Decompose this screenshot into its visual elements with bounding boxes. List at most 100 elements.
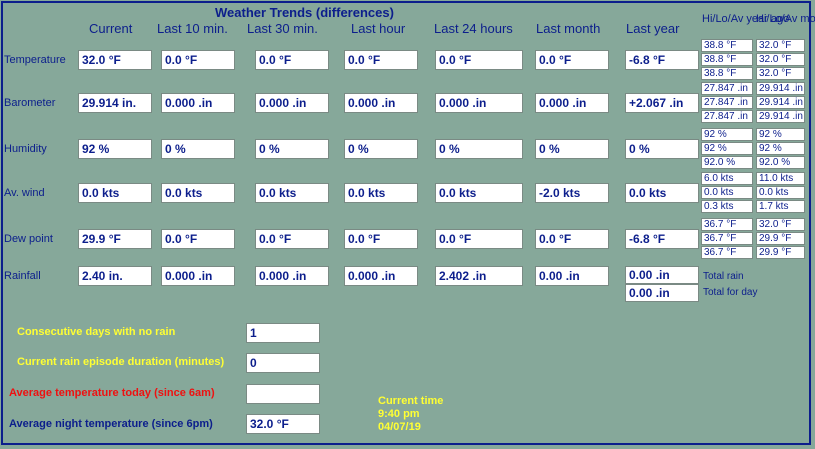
hl-month-ago-cell: 11.0 kts [756,172,805,185]
row-label: Dew point [4,233,53,245]
total-day-label: Total for day [703,287,758,298]
value-cell: 0.0 °F [161,50,235,70]
rain-value-cell: 2.40 in. [78,266,152,286]
column-header: Last hour [351,21,406,36]
page-title: Weather Trends (differences) [215,5,394,20]
hl-year-ago-cell: 92 % [701,142,753,155]
value-cell: +2.067 .in [625,93,699,113]
avg-night-label: Average night temperature (since 6pm) [9,418,213,430]
value-cell: -6.8 °F [625,229,699,249]
no-rain-label: Consecutive days with no rain [17,326,176,338]
hl-year-ago-cell: 92.0 % [701,156,753,169]
hl-month-ago-cell: 29.914 .in [756,82,805,95]
value-cell: 0 % [344,139,418,159]
value-cell: 0.000 .in [161,93,235,113]
value-cell: 0 % [435,139,523,159]
hl-year-ago-cell: 36.7 °F [701,218,753,231]
value-cell: 32.0 °F [78,50,152,70]
hl-month-ago-cell: 29.914 .in [756,110,805,123]
total-rain-label: Total rain [703,271,744,282]
hl-month-ago-cell: 0.0 kts [756,186,805,199]
hl-year-ago-cell: 36.7 °F [701,246,753,259]
value-cell: 0.0 kts [78,183,152,203]
episode-value: 0 [246,353,320,373]
value-cell: 0.0 °F [435,229,523,249]
current-time-value: 9:40 pm [378,408,420,420]
row-label: Temperature [4,54,66,66]
hl-month-ago-cell: 1.7 kts [756,200,805,213]
hl-year-ago-cell: 27.847 .in [701,110,753,123]
hl-month-ago-cell: 29.914 .in [756,96,805,109]
hl-month-ago-cell: 29.9 °F [756,246,805,259]
hl-year-ago-cell: 0.3 kts [701,200,753,213]
value-cell: 0.0 kts [161,183,235,203]
row-label-rainfall: Rainfall [4,270,41,282]
hl-year-ago-cell: 38.8 °F [701,53,753,66]
hl-month-ago-cell: 92.0 % [756,156,805,169]
value-cell: 29.9 °F [78,229,152,249]
column-header: Current [89,21,133,36]
hl-month-ago-cell: 32.0 °F [756,67,805,80]
value-cell: -6.8 °F [625,50,699,70]
rain-last-year-total: 0.00 .in [625,266,699,284]
hl-year-ago-cell: 38.8 °F [701,39,753,52]
hl-month-ago-cell: 32.0 °F [756,218,805,231]
hl-year-header: Hi/Lo/Av year ago [702,13,790,25]
hl-month-ago-cell: 29.9 °F [756,232,805,245]
value-cell: 0 % [625,139,699,159]
value-cell: 0 % [161,139,235,159]
hl-year-ago-cell: 27.847 .in [701,96,753,109]
column-header: Last year [626,21,680,36]
no-rain-value: 1 [246,323,320,343]
value-cell: 0.0 °F [435,50,523,70]
value-cell: 0.0 kts [344,183,418,203]
column-header: Last 24 hours [434,21,513,36]
hl-year-ago-cell: 27.847 .in [701,82,753,95]
value-cell: 0.0 kts [625,183,699,203]
value-cell: 0.0 °F [535,50,609,70]
value-cell: 0.000 .in [535,93,609,113]
column-header: Last 10 min. [157,21,228,36]
hl-year-ago-cell: 92 % [701,128,753,141]
rain-value-cell: 0.000 .in [255,266,329,286]
hl-year-ago-cell: 38.8 °F [701,67,753,80]
row-label: Humidity [4,143,47,155]
value-cell: 0.0 °F [535,229,609,249]
value-cell: 0.0 °F [255,50,329,70]
value-cell: 0.0 °F [344,229,418,249]
hl-month-ago-cell: 32.0 °F [756,39,805,52]
value-cell: 0.0 kts [435,183,523,203]
rain-value-cell: 0.000 .in [344,266,418,286]
value-cell: 29.914 in. [78,93,152,113]
hl-year-ago-cell: 36.7 °F [701,232,753,245]
value-cell: 0.0 °F [255,229,329,249]
value-cell: 0.000 .in [344,93,418,113]
current-date-value: 04/07/19 [378,421,421,433]
hl-year-ago-cell: 0.0 kts [701,186,753,199]
avg-today-value [246,384,320,404]
hl-month-ago-cell: 92 % [756,128,805,141]
episode-label: Current rain episode duration (minutes) [17,356,225,368]
value-cell: 92 % [78,139,152,159]
hl-month-ago-cell: 32.0 °F [756,53,805,66]
column-header: Last month [536,21,601,36]
value-cell: 0.000 .in [255,93,329,113]
column-header: Last 30 min. [247,21,318,36]
value-cell: 0 % [535,139,609,159]
rain-last-year-day: 0.00 .in [625,284,699,302]
avg-night-value: 32.0 °F [246,414,320,434]
hl-month-header: Hi/Lo/Av month ago [756,13,815,25]
value-cell: 0 % [255,139,329,159]
value-cell: 0.000 .in [435,93,523,113]
value-cell: 0.0 °F [344,50,418,70]
value-cell: 0.0 °F [161,229,235,249]
current-time-label: Current time [378,395,444,407]
value-cell: 0.0 kts [255,183,329,203]
rain-value-cell: 0.000 .in [161,266,235,286]
value-cell: -2.0 kts [535,183,609,203]
row-label: Barometer [4,97,56,109]
rain-value-cell: 2.402 .in [435,266,523,286]
hl-year-ago-cell: 6.0 kts [701,172,753,185]
rain-value-cell: 0.00 .in [535,266,609,286]
hl-month-ago-cell: 92 % [756,142,805,155]
